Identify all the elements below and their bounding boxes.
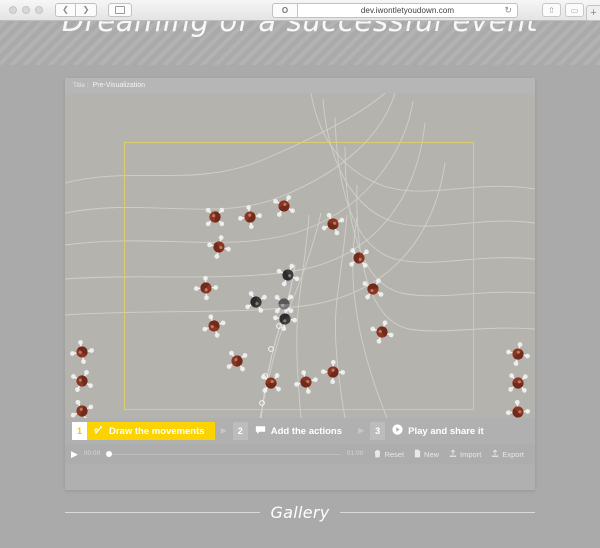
step-1-label: Draw the movements xyxy=(109,425,205,437)
import-icon xyxy=(449,449,457,460)
page-body: Dreaming of a successful event Title : P… xyxy=(0,21,600,548)
reload-icon[interactable]: ↻ xyxy=(504,5,512,15)
step-1-body[interactable]: Draw the movements xyxy=(87,422,215,440)
scrubber-handle[interactable] xyxy=(106,451,113,457)
step-1[interactable]: 1 Draw the movements xyxy=(72,422,215,440)
tabs-overview-icon[interactable]: ▭ xyxy=(565,3,584,17)
gallery-rule-right xyxy=(339,511,535,513)
gallery-rule-left xyxy=(65,511,261,513)
step-separator-icon: ▶ xyxy=(220,426,227,435)
step-2-body[interactable]: Add the actions xyxy=(248,422,352,440)
share-icon[interactable]: ⇧ xyxy=(542,3,561,17)
panel-title-value[interactable]: Pre-Visualization xyxy=(93,82,145,89)
transport-bar: ▶ 00:00 01:00 Reset New Import Export xyxy=(65,444,535,464)
drone-marker[interactable] xyxy=(259,371,283,395)
forward-button[interactable]: ❯ xyxy=(76,3,97,17)
sidebar-toggle-button[interactable] xyxy=(108,3,132,17)
transport-buttons: Reset New Import Export xyxy=(369,447,529,462)
browser-chrome: ❮ ❯ O dev.iwontletyoudown.com ↻ ⇧ ▭ + xyxy=(0,0,600,21)
export-label: Export xyxy=(502,449,524,459)
drone-marker[interactable] xyxy=(360,276,386,302)
page-title: Dreaming of a successful event xyxy=(61,21,539,38)
step-separator-icon: ▶ xyxy=(357,426,365,435)
play-circle-icon xyxy=(392,424,403,438)
drone-marker[interactable] xyxy=(347,246,371,270)
timeline-scrubber[interactable] xyxy=(106,448,341,460)
total-time-label: 01:00 xyxy=(346,451,364,457)
drone-marker[interactable] xyxy=(273,293,295,315)
export-icon xyxy=(491,449,499,460)
step-2[interactable]: 2 Add the actions xyxy=(232,422,352,440)
step-toolbar: 1 Draw the movements ▶ 2 Add the actions ▶ 3 Pl… xyxy=(65,418,535,444)
trash-icon xyxy=(374,449,381,460)
step-1-number: 1 xyxy=(72,422,87,440)
import-label: Import xyxy=(460,449,482,459)
address-bar-group: O dev.iwontletyoudown.com ↻ xyxy=(272,2,518,18)
panel-titlebar: Title : Pre-Visualization xyxy=(65,78,535,93)
current-time-label: 00:00 xyxy=(83,451,101,457)
drone-canvas[interactable] xyxy=(65,93,535,418)
step-2-number: 2 xyxy=(232,422,248,440)
step-3[interactable]: 3 Play and share it xyxy=(370,422,494,440)
new-button[interactable]: New xyxy=(409,447,444,462)
address-bar[interactable]: dev.iwontletyoudown.com ↻ xyxy=(298,2,518,18)
file-icon xyxy=(414,449,421,460)
scrubber-track xyxy=(106,453,341,455)
gallery-heading: Gallery xyxy=(270,502,330,522)
drone-marker[interactable] xyxy=(204,206,226,228)
step-3-body[interactable]: Play and share it xyxy=(385,422,494,440)
speech-bubble-icon xyxy=(255,425,266,438)
previsualization-app-panel: Title : Pre-Visualization 1 Draw the mov… xyxy=(65,78,535,490)
maximize-window-button[interactable] xyxy=(35,6,43,14)
back-button[interactable]: ❮ xyxy=(55,3,76,17)
new-label: New xyxy=(424,449,440,459)
toolbar-right-buttons: ⇧ ▭ xyxy=(542,3,584,17)
gallery-section: Gallery xyxy=(65,491,535,533)
play-button[interactable]: ▶ xyxy=(71,449,78,459)
import-button[interactable]: Import xyxy=(444,447,486,462)
step-3-number: 3 xyxy=(370,422,386,440)
url-text: dev.iwontletyoudown.com xyxy=(360,5,455,15)
window-traffic-lights[interactable] xyxy=(9,6,43,14)
new-tab-button[interactable]: + xyxy=(586,5,600,21)
step-2-label: Add the actions xyxy=(270,425,342,437)
panel-title-label: Title : xyxy=(73,82,89,89)
pencil-draw-icon xyxy=(94,425,104,438)
export-button[interactable]: Export xyxy=(486,447,529,462)
navigation-buttons: ❮ ❯ xyxy=(55,3,97,17)
reset-label: Reset xyxy=(384,449,405,459)
reset-button[interactable]: Reset xyxy=(369,447,409,462)
minimize-window-button[interactable] xyxy=(22,6,30,14)
drone-marker[interactable] xyxy=(506,371,529,394)
step-3-label: Play and share it xyxy=(408,425,484,437)
sidebar-icon xyxy=(115,6,125,14)
drone-marker[interactable] xyxy=(224,348,249,373)
close-window-button[interactable] xyxy=(9,6,17,14)
shield-icon[interactable]: O xyxy=(272,2,298,18)
